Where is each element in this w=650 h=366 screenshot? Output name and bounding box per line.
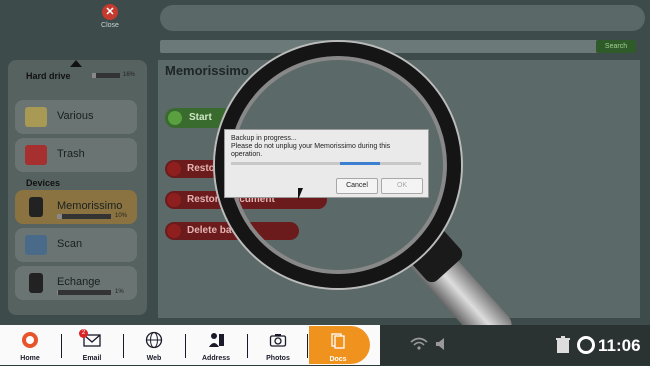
sidebar-item-label: Echange xyxy=(57,276,101,288)
taskbar-separator xyxy=(247,334,248,358)
email-unread-badge: 2 xyxy=(79,329,88,338)
taskbar-label: Home xyxy=(20,355,40,362)
sidebar-item-various[interactable]: Various xyxy=(15,100,137,134)
sidebar-item-label: Various xyxy=(57,110,94,122)
sidebar-item-label: Memorissimo xyxy=(57,200,123,212)
taskbar-photos[interactable]: Photos xyxy=(249,325,307,365)
clock: 11:06 xyxy=(598,336,641,355)
hard-drive-usage-fill xyxy=(92,73,97,78)
taskbar-home[interactable]: Home xyxy=(1,325,59,365)
play-icon xyxy=(168,111,182,125)
taskbar-docs[interactable]: Docs xyxy=(309,326,370,364)
top-bar xyxy=(160,5,645,31)
delete-icon xyxy=(167,224,181,238)
close-control[interactable]: ✕ Close xyxy=(95,4,125,29)
backup-progress-fill xyxy=(340,162,380,165)
usb-drive-icon xyxy=(29,273,43,293)
taskbar-label: Web xyxy=(146,355,162,362)
taskbar-separator xyxy=(123,334,124,358)
sidebar-item-echange[interactable]: Echange 1% xyxy=(15,266,137,300)
hard-drive-label: Hard drive xyxy=(26,71,71,81)
dialog-message-line3: operation. xyxy=(231,151,263,158)
taskbar-web[interactable]: Web xyxy=(125,325,183,365)
camera-icon xyxy=(269,334,287,347)
wifi-icon[interactable] xyxy=(410,337,428,351)
memorissimo-usage-bar xyxy=(57,214,111,219)
trash-icon xyxy=(25,145,47,165)
taskbar-address[interactable]: Address xyxy=(187,325,245,365)
search-input[interactable] xyxy=(160,40,635,53)
echange-usage-fill xyxy=(57,290,58,295)
taskbar-separator xyxy=(307,334,308,358)
taskbar-label: Address xyxy=(201,355,230,362)
sidebar-item-label: Trash xyxy=(57,148,85,160)
backup-progress-bar xyxy=(231,162,421,165)
taskbar-label: Photos xyxy=(266,355,290,362)
scroll-up-icon[interactable] xyxy=(70,60,82,67)
search-button-label: Search xyxy=(604,43,628,50)
taskbar-separator xyxy=(61,334,62,358)
echange-usage-bar xyxy=(57,290,111,295)
globe-icon xyxy=(145,331,163,349)
usb-drive-icon xyxy=(29,197,43,217)
page-title: Memorissimo xyxy=(165,63,249,78)
restore-icon xyxy=(167,162,181,176)
close-label: Close xyxy=(101,22,119,29)
taskbar-email[interactable]: Email xyxy=(63,325,121,365)
taskbar-label: Email xyxy=(82,355,102,362)
folder-icon xyxy=(25,107,47,127)
start-button-label: Start xyxy=(189,112,212,123)
volume-icon[interactable] xyxy=(435,337,449,351)
taskbar-separator xyxy=(185,334,186,358)
dialog-message-line1: Backup in progress... xyxy=(231,135,297,142)
ok-button[interactable]: OK xyxy=(381,178,423,194)
sidebar-item-trash[interactable]: Trash xyxy=(15,138,137,172)
backup-progress-dialog: Backup in progress... Please do not unpl… xyxy=(224,129,429,198)
search-button[interactable]: Search xyxy=(596,40,636,53)
sidebar-item-memorissimo[interactable]: Memorissimo 10% xyxy=(15,190,137,224)
mouse-cursor-icon xyxy=(298,188,303,200)
address-book-icon xyxy=(209,333,224,347)
hard-drive-pct: 16% xyxy=(123,72,136,78)
devices-label: Devices xyxy=(26,178,61,188)
close-icon[interactable]: ✕ xyxy=(102,4,118,20)
memorissimo-usage-fill xyxy=(57,214,63,219)
dialog-message-line2: Please do not unplug your Memorissimo du… xyxy=(231,143,391,150)
hard-drive-usage-bar xyxy=(92,73,120,78)
sidebar-item-scan[interactable]: Scan xyxy=(15,228,137,262)
echange-pct: 1% xyxy=(115,289,124,295)
trash-icon[interactable] xyxy=(555,336,571,354)
sidebar-item-label: Scan xyxy=(57,238,83,250)
documents-icon xyxy=(331,333,345,349)
restore-document-icon xyxy=(167,193,181,207)
home-icon xyxy=(22,332,38,348)
memorissimo-pct: 10% xyxy=(115,213,128,219)
cancel-button[interactable]: Cancel xyxy=(336,178,378,194)
scanner-icon xyxy=(25,235,47,255)
help-lifebuoy-icon[interactable] xyxy=(577,336,595,354)
taskbar-label: Docs xyxy=(329,356,347,363)
